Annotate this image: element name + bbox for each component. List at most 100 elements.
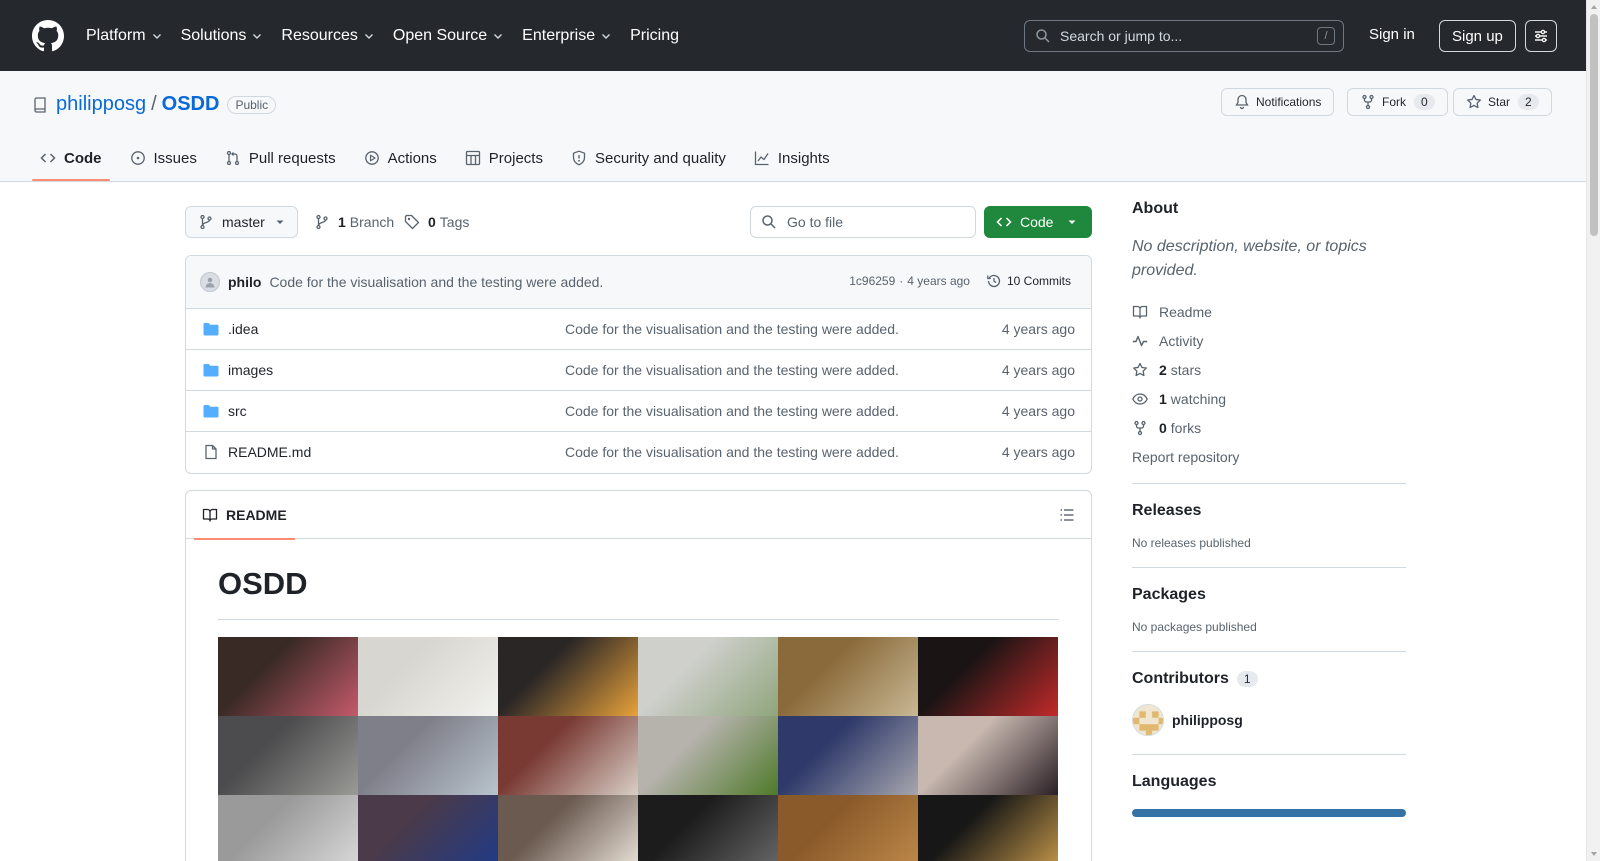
nav-item-open-source[interactable]: Open Source	[393, 27, 504, 45]
star-count: 2	[1518, 94, 1539, 110]
about-item-forks[interactable]: 0 forks	[1132, 413, 1406, 442]
about-item-readme[interactable]: Readme	[1132, 297, 1406, 326]
repo-owner-link[interactable]: philipposg	[56, 93, 146, 116]
code-icon	[40, 153, 56, 163]
chevron-down-icon	[364, 33, 373, 39]
tab-label: Actions	[387, 149, 437, 167]
file-commit-message-link[interactable]: Code for the visualisation and the testi…	[565, 362, 899, 378]
commit-author[interactable]: philo	[228, 274, 261, 290]
file-name-link[interactable]: src	[228, 403, 247, 419]
play-icon	[364, 151, 379, 165]
code-button-label: Code	[1020, 214, 1054, 230]
report-repository-label: Report repository	[1132, 448, 1240, 465]
readme-image-tile	[218, 637, 358, 716]
sign-in-link[interactable]: Sign in	[1369, 26, 1415, 43]
go-to-file-input[interactable]: Go to file	[750, 206, 976, 238]
nav-item-label: Open Source	[392, 26, 488, 44]
mobile-menu-button[interactable]	[1525, 20, 1557, 52]
pulse-icon	[1132, 335, 1148, 346]
search-box[interactable]: Search or jump to... /	[1024, 20, 1344, 52]
readme-header: README	[186, 491, 1091, 540]
nav-item-label: Platform	[86, 26, 146, 44]
file-name-link[interactable]: images	[228, 362, 273, 378]
commit-hash[interactable]: 1c96259	[849, 274, 895, 288]
branch-selector[interactable]: master	[185, 206, 298, 238]
tab-insights[interactable]: Insights	[746, 135, 838, 181]
issue-icon	[130, 151, 145, 165]
sign-up-button[interactable]: Sign up	[1439, 20, 1516, 52]
nav-item-platform[interactable]: Platform	[86, 27, 163, 45]
contributors-heading[interactable]: Contributors	[1132, 670, 1229, 688]
fork-button[interactable]: Fork 0	[1347, 88, 1448, 116]
readme-image-tile	[358, 637, 498, 716]
nav-item-enterprise[interactable]: Enterprise	[522, 27, 612, 45]
readme-image-tile	[638, 795, 778, 861]
contributor-item[interactable]: philipposg	[1132, 704, 1406, 736]
github-logo-icon[interactable]	[32, 19, 64, 52]
contributor-avatar[interactable]	[1132, 704, 1164, 736]
tab-issues[interactable]: Issues	[122, 135, 205, 181]
report-repository-link[interactable]: Report repository	[1132, 442, 1406, 471]
tags-link[interactable]: 0 Tags	[404, 214, 469, 230]
code-dropdown-button[interactable]: Code	[984, 206, 1092, 238]
contributor-name[interactable]: philipposg	[1172, 712, 1243, 728]
readme-tab[interactable]: README	[194, 491, 295, 540]
readme-image-tile	[358, 716, 498, 795]
packages-heading[interactable]: Packages	[1132, 586, 1406, 604]
branches-link[interactable]: 1 Branch	[314, 214, 394, 230]
commit-message[interactable]: Code for the visualisation and the testi…	[269, 274, 603, 290]
history-icon	[987, 274, 1001, 288]
book-icon	[1132, 305, 1148, 319]
commits-history-link[interactable]: 10 Commits	[986, 273, 1071, 289]
file-commit-message-link[interactable]: Code for the visualisation and the testi…	[565, 444, 899, 460]
bell-icon	[1235, 94, 1249, 110]
nav-item-resources[interactable]: Resources	[281, 27, 374, 45]
about-item-count: 1	[1159, 390, 1167, 407]
tab-pull-requests[interactable]: Pull requests	[217, 135, 344, 181]
tab-security-and-quality[interactable]: Security and quality	[563, 135, 734, 181]
releases-heading[interactable]: Releases	[1132, 502, 1406, 520]
fork-label: Fork	[1382, 95, 1406, 109]
shield-icon	[572, 150, 586, 166]
file-icon	[205, 444, 217, 460]
file-name-link[interactable]: README.md	[228, 444, 311, 460]
branch-icon	[200, 214, 212, 230]
file-commit-message-link[interactable]: Code for the visualisation and the testi…	[565, 403, 899, 419]
about-item-activity[interactable]: Activity	[1132, 326, 1406, 355]
repo-name-link[interactable]: OSDD	[162, 93, 220, 116]
scroll-up-arrow-icon[interactable]	[1590, 3, 1598, 11]
scroll-down-arrow-icon[interactable]	[1590, 850, 1598, 858]
readme-image-tile	[498, 716, 638, 795]
nav-item-solutions[interactable]: Solutions	[181, 27, 264, 45]
file-row[interactable]: .idea Code for the visualisation and the …	[186, 309, 1091, 350]
tag-icon	[404, 214, 420, 230]
repo-icon	[34, 96, 46, 113]
tab-code[interactable]: Code	[32, 135, 110, 181]
readme-image-tile	[778, 795, 918, 861]
commit-author-avatar[interactable]	[200, 272, 220, 292]
file-row[interactable]: src Code for the visualisation and the te…	[186, 391, 1091, 432]
table-of-contents-icon[interactable]	[1059, 507, 1075, 523]
file-commit-message-link[interactable]: Code for the visualisation and the testi…	[565, 321, 899, 337]
packages-empty-text: No packages published	[1132, 620, 1257, 634]
visibility-badge: Public	[227, 95, 277, 114]
nav-item-pricing[interactable]: Pricing	[630, 27, 679, 45]
scrollbar-thumb[interactable]	[1590, 14, 1598, 236]
page-scrollbar[interactable]	[1586, 0, 1600, 861]
tab-projects[interactable]: Projects	[457, 135, 551, 181]
file-name-link[interactable]: .idea	[228, 321, 258, 337]
readme-image-tile	[918, 716, 1058, 795]
tab-actions[interactable]: Actions	[356, 135, 445, 181]
folder-icon	[203, 364, 219, 377]
star-button[interactable]: Star 2	[1453, 88, 1552, 116]
notifications-button[interactable]: Notifications	[1221, 88, 1335, 116]
about-item-stars[interactable]: 2 stars	[1132, 355, 1406, 384]
fork-icon	[1134, 420, 1146, 435]
commit-age: 4 years ago	[907, 274, 970, 288]
sliders-icon	[1535, 29, 1547, 43]
file-row[interactable]: images Code for the visualisation and the…	[186, 350, 1091, 391]
about-item-watching[interactable]: 1 watching	[1132, 384, 1406, 413]
file-row[interactable]: README.md Code for the visualisation and …	[186, 432, 1091, 473]
readme-image-tile	[218, 795, 358, 861]
readme-image-tile	[778, 716, 918, 795]
